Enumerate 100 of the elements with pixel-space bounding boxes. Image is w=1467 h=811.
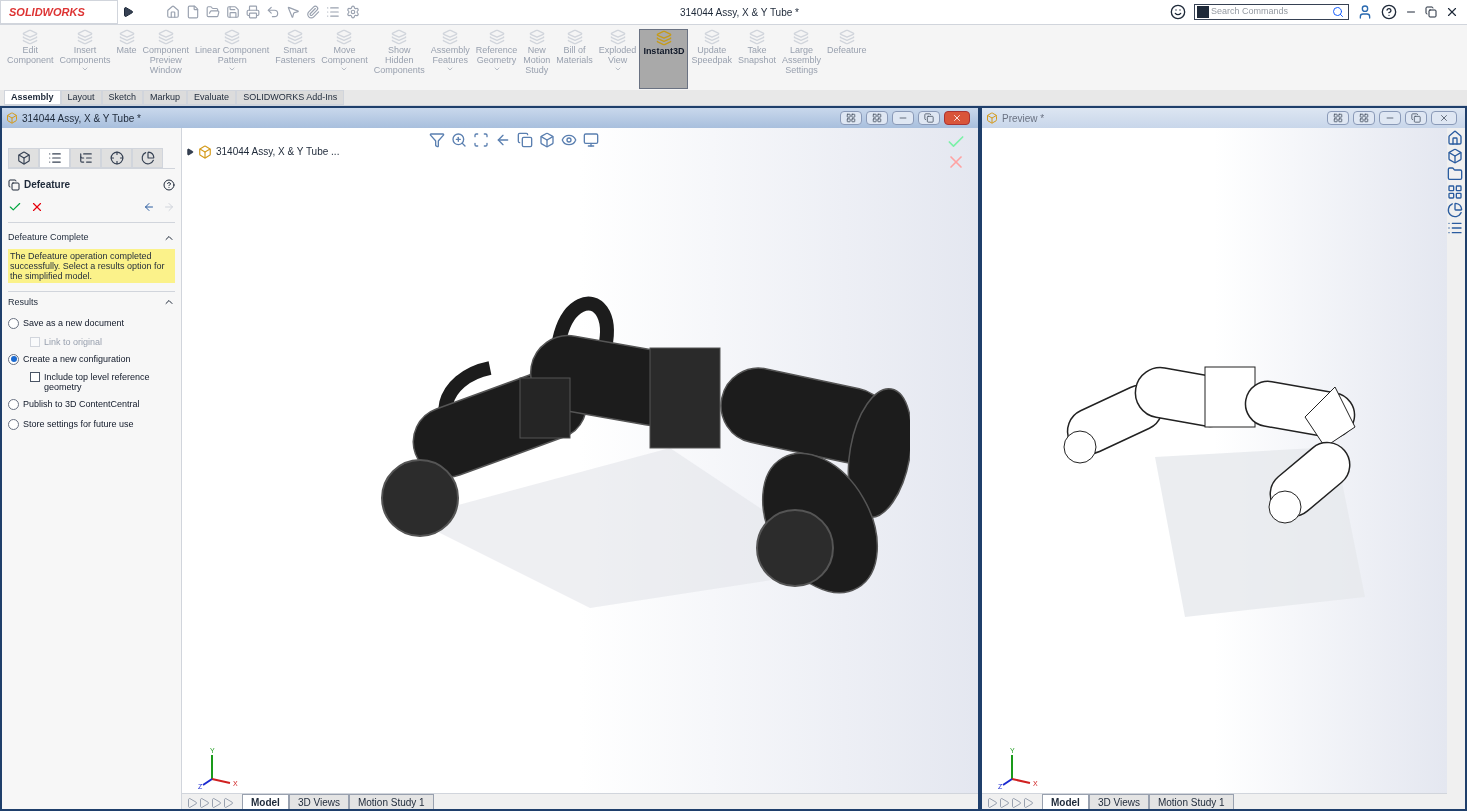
user-icon[interactable] bbox=[1357, 4, 1373, 20]
radio-button[interactable] bbox=[8, 353, 19, 365]
view-tool-icon[interactable] bbox=[561, 132, 578, 148]
radio-button[interactable] bbox=[8, 418, 19, 430]
radio-button[interactable] bbox=[8, 318, 19, 330]
view-tool-icon[interactable] bbox=[583, 132, 600, 148]
ribbon-command[interactable]: Insert Components bbox=[56, 29, 114, 89]
ribbon-command[interactable]: Component Preview Window bbox=[139, 29, 193, 89]
ribbon-command[interactable]: Smart Fasteners bbox=[272, 29, 319, 89]
quick-access-icon[interactable] bbox=[266, 5, 280, 19]
scroll-arrow-icon[interactable] bbox=[186, 797, 198, 809]
help-icon[interactable] bbox=[1381, 4, 1397, 20]
smiley-icon[interactable] bbox=[1170, 4, 1186, 20]
ok-icon[interactable] bbox=[8, 200, 22, 214]
model-tab[interactable]: Model bbox=[242, 794, 289, 809]
ribbon-command[interactable]: Reference Geometry bbox=[472, 29, 521, 89]
close-button[interactable] bbox=[944, 111, 970, 125]
back-icon[interactable] bbox=[143, 201, 155, 213]
expand-arrow-icon[interactable] bbox=[186, 147, 194, 156]
tile-left-button[interactable] bbox=[1327, 111, 1349, 125]
tile-right-button[interactable] bbox=[866, 111, 888, 125]
model-tab[interactable]: 3D Views bbox=[288, 794, 349, 809]
close-button[interactable] bbox=[1431, 111, 1457, 125]
maximize-button[interactable] bbox=[1405, 111, 1427, 125]
command-tab[interactable]: Sketch bbox=[101, 90, 144, 105]
radio-button[interactable] bbox=[8, 399, 19, 411]
ribbon-command[interactable]: Update Speedpak bbox=[688, 29, 735, 89]
expand-arrow-icon[interactable] bbox=[122, 6, 134, 18]
view-tool-icon[interactable] bbox=[451, 132, 468, 148]
ribbon-command[interactable]: Show Hidden Components bbox=[370, 29, 428, 89]
search-field[interactable]: Search Commands bbox=[1194, 4, 1349, 20]
minimize-button[interactable] bbox=[892, 111, 914, 125]
task-pane-icon[interactable] bbox=[1447, 202, 1463, 218]
restore-icon[interactable] bbox=[1425, 6, 1437, 18]
ribbon-command[interactable]: Assembly Features bbox=[427, 29, 473, 89]
ribbon-command[interactable]: Exploded View bbox=[595, 29, 640, 89]
ribbon-command[interactable]: Instant3D bbox=[639, 29, 689, 89]
task-pane-icon[interactable] bbox=[1447, 166, 1463, 182]
model-tab[interactable]: Motion Study 1 bbox=[1148, 794, 1234, 809]
panel-tab[interactable] bbox=[39, 148, 70, 168]
ribbon-command[interactable]: Bill of Materials bbox=[553, 29, 596, 89]
scroll-arrow-icon[interactable] bbox=[210, 797, 222, 809]
ribbon-command[interactable]: Take Snapshot bbox=[734, 29, 779, 89]
cancel-icon[interactable] bbox=[30, 200, 44, 214]
ribbon-command[interactable]: Defeature bbox=[824, 29, 870, 89]
quick-access-icon[interactable] bbox=[186, 5, 200, 19]
model-tab[interactable]: 3D Views bbox=[1088, 794, 1149, 809]
ribbon-command[interactable]: Large Assembly Settings bbox=[778, 29, 824, 89]
search-icon[interactable] bbox=[1332, 6, 1344, 18]
tree-item[interactable]: 314044 Assy, X & Y Tube ... bbox=[216, 144, 340, 159]
view-tool-icon[interactable] bbox=[473, 132, 490, 148]
close-icon bbox=[952, 113, 962, 123]
panel-tab[interactable] bbox=[8, 148, 39, 168]
ribbon-command[interactable]: Mate bbox=[113, 29, 140, 89]
quick-access-icon[interactable] bbox=[306, 5, 320, 19]
quick-access-icon[interactable] bbox=[346, 5, 360, 19]
quick-access-icon[interactable] bbox=[326, 5, 340, 19]
quick-access-icon[interactable] bbox=[206, 5, 220, 19]
quick-access-icon[interactable] bbox=[286, 5, 300, 19]
task-pane-icon[interactable] bbox=[1447, 220, 1463, 236]
quick-access-icon[interactable] bbox=[246, 5, 260, 19]
scroll-arrow-icon[interactable] bbox=[1022, 797, 1034, 809]
ribbon-command[interactable]: Linear Component Pattern bbox=[192, 29, 273, 89]
checkbox[interactable] bbox=[30, 372, 40, 382]
command-tab[interactable]: Markup bbox=[143, 90, 188, 105]
app-logo[interactable]: SOLIDWORKS bbox=[0, 0, 118, 24]
scroll-arrow-icon[interactable] bbox=[986, 797, 998, 809]
quick-access-icon[interactable] bbox=[166, 5, 180, 19]
task-pane-icon[interactable] bbox=[1447, 130, 1463, 146]
close-icon[interactable] bbox=[1445, 5, 1459, 19]
maximize-button[interactable] bbox=[918, 111, 940, 125]
view-tool-icon[interactable] bbox=[429, 132, 446, 148]
ribbon-command[interactable]: Move Component bbox=[318, 29, 371, 89]
command-tab[interactable]: Layout bbox=[60, 90, 102, 105]
model-tab[interactable]: Model bbox=[1042, 794, 1089, 809]
scroll-arrow-icon[interactable] bbox=[998, 797, 1010, 809]
task-pane-icon[interactable] bbox=[1447, 148, 1463, 164]
tile-left-button[interactable] bbox=[840, 111, 862, 125]
panel-tab[interactable] bbox=[70, 148, 101, 168]
scroll-arrow-icon[interactable] bbox=[1010, 797, 1022, 809]
ribbon-command[interactable]: Edit Component bbox=[4, 29, 57, 89]
command-tab[interactable]: SOLIDWORKS Add-Ins bbox=[236, 90, 345, 105]
view-tool-icon[interactable] bbox=[517, 132, 534, 148]
scroll-arrow-icon[interactable] bbox=[222, 797, 234, 809]
caret-icon bbox=[81, 65, 90, 73]
command-tab[interactable]: Evaluate bbox=[187, 90, 237, 105]
panel-tab[interactable] bbox=[132, 148, 163, 168]
search-input[interactable]: Search Commands bbox=[1211, 5, 1332, 19]
view-tool-icon[interactable] bbox=[539, 132, 556, 148]
help-icon[interactable] bbox=[163, 178, 175, 191]
ribbon-command[interactable]: New Motion Study bbox=[520, 29, 554, 89]
minimize-button[interactable] bbox=[1379, 111, 1401, 125]
model-tab[interactable]: Motion Study 1 bbox=[348, 794, 434, 809]
panel-title: Defeature bbox=[24, 178, 71, 192]
task-pane-icon[interactable] bbox=[1447, 184, 1463, 200]
scroll-arrow-icon[interactable] bbox=[198, 797, 210, 809]
quick-access-icon[interactable] bbox=[226, 5, 240, 19]
panel-tab[interactable] bbox=[101, 148, 132, 168]
command-tab[interactable]: Assembly bbox=[4, 90, 61, 105]
tile-right-button[interactable] bbox=[1353, 111, 1375, 125]
